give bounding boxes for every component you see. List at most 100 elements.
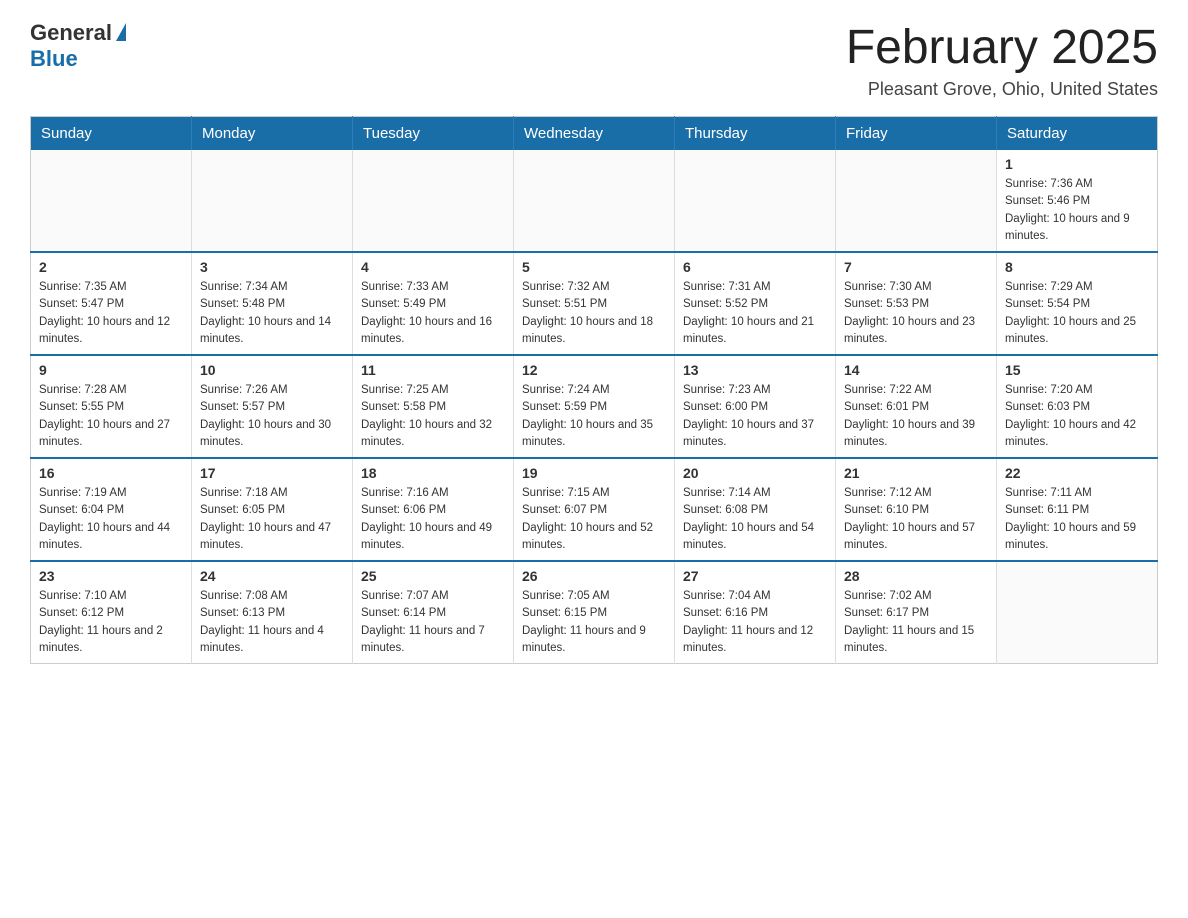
day-info: Sunrise: 7:25 AM Sunset: 5:58 PM Dayligh… [361, 382, 505, 451]
day-number: 21 [844, 465, 988, 481]
day-info: Sunrise: 7:20 AM Sunset: 6:03 PM Dayligh… [1005, 382, 1149, 451]
table-row: 2 Sunrise: 7:35 AM Sunset: 5:47 PM Daylig… [31, 252, 192, 355]
table-row: 10 Sunrise: 7:26 AM Sunset: 5:57 PM Dayli… [192, 355, 353, 458]
table-row: 3Sunrise: 7:34 AM Sunset: 5:48 PM Daylig… [192, 252, 353, 355]
day-number: 14 [844, 362, 988, 378]
table-row [31, 150, 192, 252]
table-row: 12Sunrise: 7:24 AM Sunset: 5:59 PM Dayli… [514, 355, 675, 458]
col-sunday: Sunday [31, 117, 192, 151]
logo-blue-text: Blue [30, 46, 78, 72]
day-info: Sunrise: 7:29 AM Sunset: 5:54 PM Dayligh… [1005, 279, 1149, 348]
day-number: 24 [200, 568, 344, 584]
day-number: 19 [522, 465, 666, 481]
title-area: February 2025 Pleasant Grove, Ohio, Unit… [846, 20, 1158, 100]
day-info: Sunrise: 7:31 AM Sunset: 5:52 PM Dayligh… [683, 279, 827, 348]
day-number: 8 [1005, 259, 1149, 275]
table-row: 21 Sunrise: 7:12 AM Sunset: 6:10 PM Dayli… [836, 458, 997, 561]
table-row [192, 150, 353, 252]
table-row: 15 Sunrise: 7:20 AM Sunset: 6:03 PM Dayli… [997, 355, 1158, 458]
col-friday: Friday [836, 117, 997, 151]
day-info: Sunrise: 7:14 AM Sunset: 6:08 PM Dayligh… [683, 485, 827, 554]
day-info: Sunrise: 7:02 AM Sunset: 6:17 PM Dayligh… [844, 588, 988, 657]
day-info: Sunrise: 7:19 AM Sunset: 6:04 PM Dayligh… [39, 485, 183, 554]
table-row: 9Sunrise: 7:28 AM Sunset: 5:55 PM Daylig… [31, 355, 192, 458]
day-number: 5 [522, 259, 666, 275]
col-wednesday: Wednesday [514, 117, 675, 151]
day-number: 23 [39, 568, 183, 584]
location: Pleasant Grove, Ohio, United States [846, 79, 1158, 100]
day-info: Sunrise: 7:26 AM Sunset: 5:57 PM Dayligh… [200, 382, 344, 451]
day-info: Sunrise: 7:33 AM Sunset: 5:49 PM Dayligh… [361, 279, 505, 348]
table-row: 16Sunrise: 7:19 AM Sunset: 6:04 PM Dayli… [31, 458, 192, 561]
calendar-week-row: 9Sunrise: 7:28 AM Sunset: 5:55 PM Daylig… [31, 355, 1158, 458]
day-number: 22 [1005, 465, 1149, 481]
table-row: 14 Sunrise: 7:22 AM Sunset: 6:01 PM Dayli… [836, 355, 997, 458]
day-info: Sunrise: 7:22 AM Sunset: 6:01 PM Dayligh… [844, 382, 988, 451]
day-number: 12 [522, 362, 666, 378]
day-number: 18 [361, 465, 505, 481]
day-info: Sunrise: 7:04 AM Sunset: 6:16 PM Dayligh… [683, 588, 827, 657]
col-saturday: Saturday [997, 117, 1158, 151]
calendar-week-row: 2 Sunrise: 7:35 AM Sunset: 5:47 PM Daylig… [31, 252, 1158, 355]
day-info: Sunrise: 7:16 AM Sunset: 6:06 PM Dayligh… [361, 485, 505, 554]
day-info: Sunrise: 7:11 AM Sunset: 6:11 PM Dayligh… [1005, 485, 1149, 554]
day-number: 11 [361, 362, 505, 378]
day-info: Sunrise: 7:07 AM Sunset: 6:14 PM Dayligh… [361, 588, 505, 657]
table-row: 27 Sunrise: 7:04 AM Sunset: 6:16 PM Dayli… [675, 561, 836, 664]
day-info: Sunrise: 7:18 AM Sunset: 6:05 PM Dayligh… [200, 485, 344, 554]
day-info: Sunrise: 7:15 AM Sunset: 6:07 PM Dayligh… [522, 485, 666, 554]
day-info: Sunrise: 7:05 AM Sunset: 6:15 PM Dayligh… [522, 588, 666, 657]
day-number: 2 [39, 259, 183, 275]
day-number: 26 [522, 568, 666, 584]
day-number: 27 [683, 568, 827, 584]
day-info: Sunrise: 7:08 AM Sunset: 6:13 PM Dayligh… [200, 588, 344, 657]
day-number: 13 [683, 362, 827, 378]
table-row [997, 561, 1158, 664]
day-number: 6 [683, 259, 827, 275]
day-info: Sunrise: 7:36 AM Sunset: 5:46 PM Dayligh… [1005, 176, 1149, 245]
table-row: 25 Sunrise: 7:07 AM Sunset: 6:14 PM Dayli… [353, 561, 514, 664]
table-row: 5 Sunrise: 7:32 AM Sunset: 5:51 PM Daylig… [514, 252, 675, 355]
day-info: Sunrise: 7:10 AM Sunset: 6:12 PM Dayligh… [39, 588, 183, 657]
table-row: 22 Sunrise: 7:11 AM Sunset: 6:11 PM Dayli… [997, 458, 1158, 561]
table-row: 11 Sunrise: 7:25 AM Sunset: 5:58 PM Dayli… [353, 355, 514, 458]
calendar-week-row: 16Sunrise: 7:19 AM Sunset: 6:04 PM Dayli… [31, 458, 1158, 561]
table-row: 24 Sunrise: 7:08 AM Sunset: 6:13 PM Dayli… [192, 561, 353, 664]
col-thursday: Thursday [675, 117, 836, 151]
day-number: 10 [200, 362, 344, 378]
table-row: 26 Sunrise: 7:05 AM Sunset: 6:15 PM Dayli… [514, 561, 675, 664]
table-row: 20 Sunrise: 7:14 AM Sunset: 6:08 PM Dayli… [675, 458, 836, 561]
col-tuesday: Tuesday [353, 117, 514, 151]
day-number: 15 [1005, 362, 1149, 378]
table-row: 4 Sunrise: 7:33 AM Sunset: 5:49 PM Daylig… [353, 252, 514, 355]
day-info: Sunrise: 7:35 AM Sunset: 5:47 PM Dayligh… [39, 279, 183, 348]
day-number: 25 [361, 568, 505, 584]
page-header: General Blue February 2025 Pleasant Grov… [30, 20, 1158, 100]
table-row [675, 150, 836, 252]
logo: General Blue [30, 20, 126, 72]
table-row: 17 Sunrise: 7:18 AM Sunset: 6:05 PM Dayli… [192, 458, 353, 561]
table-row: 13 Sunrise: 7:23 AM Sunset: 6:00 PM Dayli… [675, 355, 836, 458]
table-row: 28Sunrise: 7:02 AM Sunset: 6:17 PM Dayli… [836, 561, 997, 664]
month-title: February 2025 [846, 20, 1158, 75]
day-number: 20 [683, 465, 827, 481]
table-row: 19 Sunrise: 7:15 AM Sunset: 6:07 PM Dayli… [514, 458, 675, 561]
day-info: Sunrise: 7:12 AM Sunset: 6:10 PM Dayligh… [844, 485, 988, 554]
table-row: 18 Sunrise: 7:16 AM Sunset: 6:06 PM Dayli… [353, 458, 514, 561]
table-row [514, 150, 675, 252]
day-info: Sunrise: 7:32 AM Sunset: 5:51 PM Dayligh… [522, 279, 666, 348]
table-row: 23 Sunrise: 7:10 AM Sunset: 6:12 PM Dayli… [31, 561, 192, 664]
table-row: 1 Sunrise: 7:36 AM Sunset: 5:46 PM Daylig… [997, 150, 1158, 252]
day-number: 17 [200, 465, 344, 481]
table-row [353, 150, 514, 252]
day-number: 9 [39, 362, 183, 378]
col-monday: Monday [192, 117, 353, 151]
day-info: Sunrise: 7:30 AM Sunset: 5:53 PM Dayligh… [844, 279, 988, 348]
day-number: 7 [844, 259, 988, 275]
table-row: 6 Sunrise: 7:31 AM Sunset: 5:52 PM Daylig… [675, 252, 836, 355]
day-info: Sunrise: 7:23 AM Sunset: 6:00 PM Dayligh… [683, 382, 827, 451]
day-number: 1 [1005, 156, 1149, 172]
day-number: 4 [361, 259, 505, 275]
calendar-week-row: 23 Sunrise: 7:10 AM Sunset: 6:12 PM Dayli… [31, 561, 1158, 664]
day-info: Sunrise: 7:34 AM Sunset: 5:48 PM Dayligh… [200, 279, 344, 348]
